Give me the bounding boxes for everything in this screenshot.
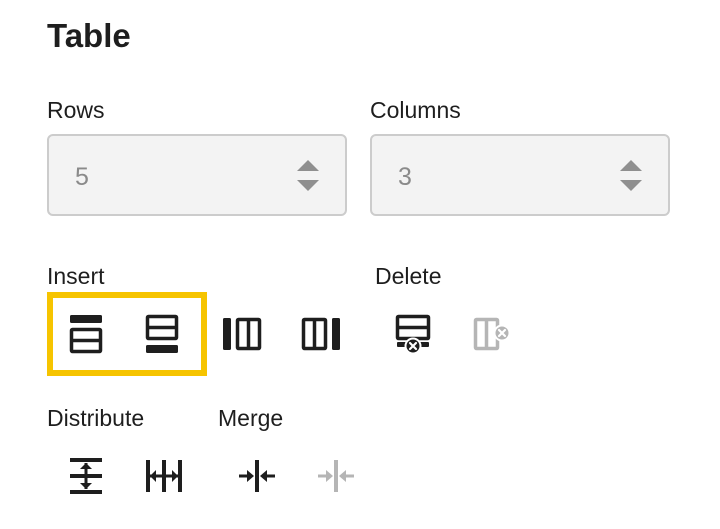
columns-label: Columns [370, 97, 461, 123]
panel-title: Table [47, 17, 131, 54]
delete-column-icon[interactable] [468, 312, 512, 356]
increment-arrow-icon[interactable] [297, 160, 319, 171]
columns-value: 3 [398, 163, 412, 191]
distribute-label: Distribute [47, 405, 145, 431]
rows-stepper-arrows[interactable] [297, 158, 319, 194]
decrement-arrow-icon[interactable] [297, 180, 319, 191]
distribute-rows-icon[interactable] [64, 454, 108, 498]
insert-row-below-icon[interactable] [140, 312, 184, 356]
rows-value: 5 [75, 163, 89, 191]
insert-column-right-icon[interactable] [298, 312, 342, 356]
decrement-arrow-icon[interactable] [620, 180, 642, 191]
insert-column-left-icon[interactable] [221, 312, 265, 356]
increment-arrow-icon[interactable] [620, 160, 642, 171]
merge-cells-icon[interactable] [235, 454, 279, 498]
rows-stepper[interactable]: 5 [47, 134, 347, 216]
insert-row-above-icon[interactable] [64, 312, 108, 356]
insert-label: Insert [47, 263, 105, 289]
delete-row-icon[interactable] [391, 312, 435, 356]
delete-label: Delete [375, 263, 442, 289]
distribute-columns-icon[interactable] [142, 454, 186, 498]
rows-label: Rows [47, 97, 105, 123]
columns-stepper[interactable]: 3 [370, 134, 670, 216]
split-cells-icon[interactable] [314, 454, 358, 498]
columns-stepper-arrows[interactable] [620, 158, 642, 194]
merge-label: Merge [218, 405, 284, 431]
